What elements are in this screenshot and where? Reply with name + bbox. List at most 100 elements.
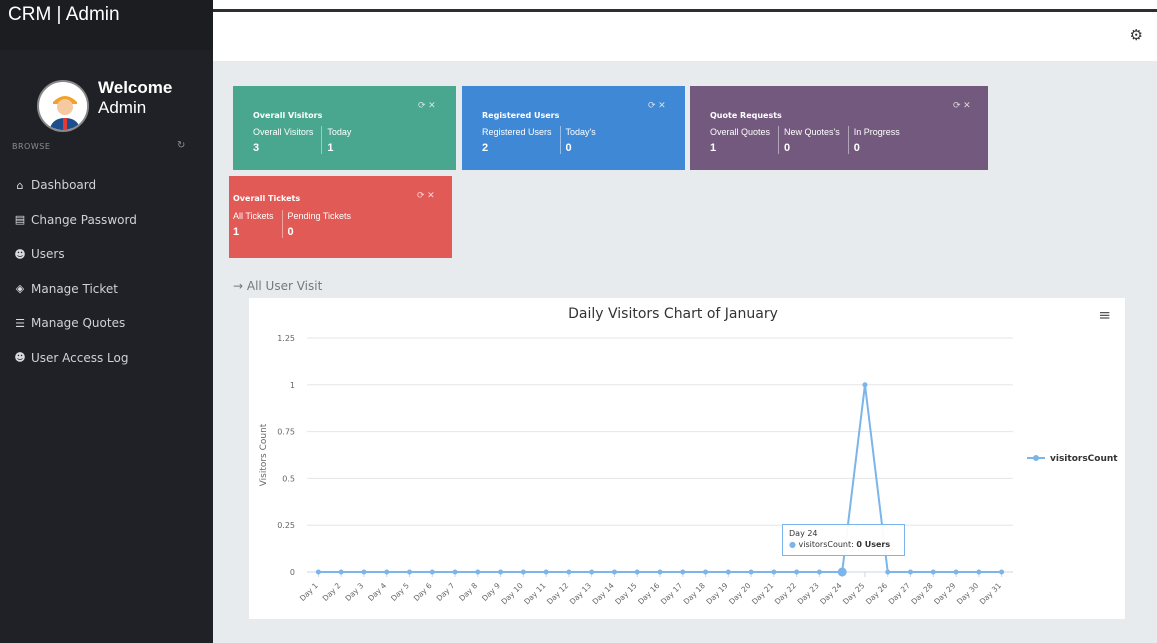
card-tools: ⟳ ✕ (418, 100, 436, 111)
data-point (611, 569, 617, 575)
refresh-icon[interactable]: ⟳ (417, 190, 425, 200)
home-icon: ⌂ (16, 178, 24, 192)
sidebar-item-change-password[interactable]: ▤ Change Password (0, 203, 213, 238)
x-tick-label: Day 12 (545, 581, 570, 606)
sidebar-item-label: Manage Ticket (31, 281, 118, 296)
x-tick-label: Day 31 (978, 581, 1003, 606)
stat-label: Today's (565, 127, 596, 137)
sidebar-item-label: User Access Log (31, 350, 129, 365)
refresh-icon[interactable]: ↻ (177, 140, 185, 151)
x-tick-label: Day 27 (887, 581, 912, 606)
registered-users-card: Registered Users ⟳ ✕ Registered Users 2 T… (462, 86, 685, 170)
x-tick-label: Day 6 (412, 581, 434, 603)
tooltip-body: ● visitorsCount: 0 Users (789, 540, 891, 549)
x-tick-label: Day 26 (864, 581, 889, 606)
x-tick-label: Day 25 (841, 581, 866, 606)
stat-label: Registered Users (482, 127, 552, 137)
stat-label: In Progress (853, 127, 900, 137)
avatar (37, 80, 89, 132)
close-icon[interactable]: ✕ (658, 100, 666, 110)
stat-value: 1 (233, 226, 240, 238)
refresh-icon[interactable]: ⟳ (953, 100, 961, 110)
chart-tooltip: Day 24 ● visitorsCount: 0 Users (782, 524, 905, 556)
data-point (680, 569, 686, 575)
data-point (976, 569, 982, 575)
data-point (725, 569, 731, 575)
x-tick-label: Day 10 (499, 581, 524, 606)
x-tick-label: Day 14 (591, 581, 616, 606)
x-tick-label: Day 3 (343, 581, 365, 603)
stat-label: Pending Tickets (287, 211, 352, 221)
data-point (520, 569, 526, 575)
x-tick-label: Day 15 (613, 581, 638, 606)
sidebar-item-label: Users (31, 247, 65, 262)
gear-icon[interactable]: ⚙ (1130, 26, 1143, 44)
sidebar-item-manage-quotes[interactable]: ☰ Manage Quotes (0, 306, 213, 341)
sidebar-item-dashboard[interactable]: ⌂ Dashboard (0, 168, 213, 203)
x-tick-label: Day 29 (932, 581, 957, 606)
close-icon[interactable]: ✕ (428, 100, 436, 110)
x-tick-label: Day 16 (636, 581, 661, 606)
stat-value: 0 (784, 142, 791, 154)
x-tick-label: Day 7 (435, 581, 457, 603)
y-tick-label: 0.25 (277, 521, 295, 530)
data-point (566, 569, 572, 575)
card-tools: ⟳ ✕ (648, 100, 666, 111)
sidebar-item-users[interactable]: ☻ Users (0, 237, 213, 272)
refresh-icon[interactable]: ⟳ (648, 100, 656, 110)
stat-label: New Quotes's (784, 127, 840, 137)
data-point (429, 569, 435, 575)
top-bar: ⚙ (213, 9, 1157, 61)
x-tick-label: Day 20 (727, 581, 752, 606)
sidebar-nav: ⌂ Dashboard ▤ Change Password ☻ Users ◈ … (0, 168, 213, 375)
quote-requests-card: Quote Requests ⟳ ✕ Overall Quotes 1 New Q… (690, 86, 988, 170)
stat-value: 0 (853, 142, 860, 154)
chart-svg: Daily Visitors Chart of January 0 0.25 0.5 0… (259, 306, 1118, 606)
tooltip-day: Day 24 (789, 529, 818, 538)
x-tick-label: Day 30 (955, 581, 980, 606)
x-tick-label: Day 11 (522, 581, 547, 606)
data-point (816, 569, 822, 575)
stat-label: Overall Visitors (253, 127, 314, 137)
data-point (657, 569, 663, 575)
refresh-icon[interactable]: ⟳ (418, 100, 426, 110)
x-tick-label: Day 13 (568, 581, 593, 606)
data-point (475, 569, 481, 575)
chart-menu-icon[interactable]: ≡ (1098, 306, 1111, 324)
all-user-visit-link[interactable]: → All User Visit (233, 279, 322, 293)
stat-value: 2 (482, 142, 489, 154)
close-icon[interactable]: ✕ (427, 190, 435, 200)
data-point (953, 569, 959, 575)
data-point (930, 569, 936, 575)
data-point (543, 569, 549, 575)
data-point (384, 569, 390, 575)
x-tick-label: Day 1 (298, 581, 320, 603)
data-point (794, 569, 800, 575)
welcome-text: Welcome Admin (98, 78, 172, 118)
stat-value: 0 (287, 226, 294, 238)
y-tick-label: 0 (290, 568, 295, 577)
close-icon[interactable]: ✕ (963, 100, 971, 110)
y-axis-label: Visitors Count (259, 423, 269, 486)
chart-title: Daily Visitors Chart of January (568, 306, 778, 322)
sidebar-item-user-access-log[interactable]: ☻ User Access Log (0, 341, 213, 376)
stat-label: Overall Quotes (710, 127, 771, 137)
stat-label: Today (327, 127, 352, 137)
data-point (338, 569, 344, 575)
stat-value: 0 (565, 142, 572, 154)
data-point (703, 569, 709, 575)
app-title[interactable]: CRM | Admin (0, 0, 213, 50)
data-point (748, 569, 754, 575)
sidebar-item-manage-ticket[interactable]: ◈ Manage Ticket (0, 272, 213, 307)
top-strip (213, 0, 1157, 9)
stat-value: 1 (327, 142, 334, 154)
data-point (908, 569, 914, 575)
data-point (498, 569, 504, 575)
x-tick-label: Day 24 (818, 581, 843, 606)
file-icon: ▤ (14, 213, 26, 227)
welcome-label: Welcome (98, 78, 173, 97)
overall-visitors-card: Overall Visitors ⟳ ✕ Overall Visitors 3 T… (233, 86, 456, 170)
y-tick-label: 1 (290, 381, 295, 390)
card-title: Registered Users (482, 111, 560, 120)
sidebar-item-label: Dashboard (31, 178, 97, 193)
